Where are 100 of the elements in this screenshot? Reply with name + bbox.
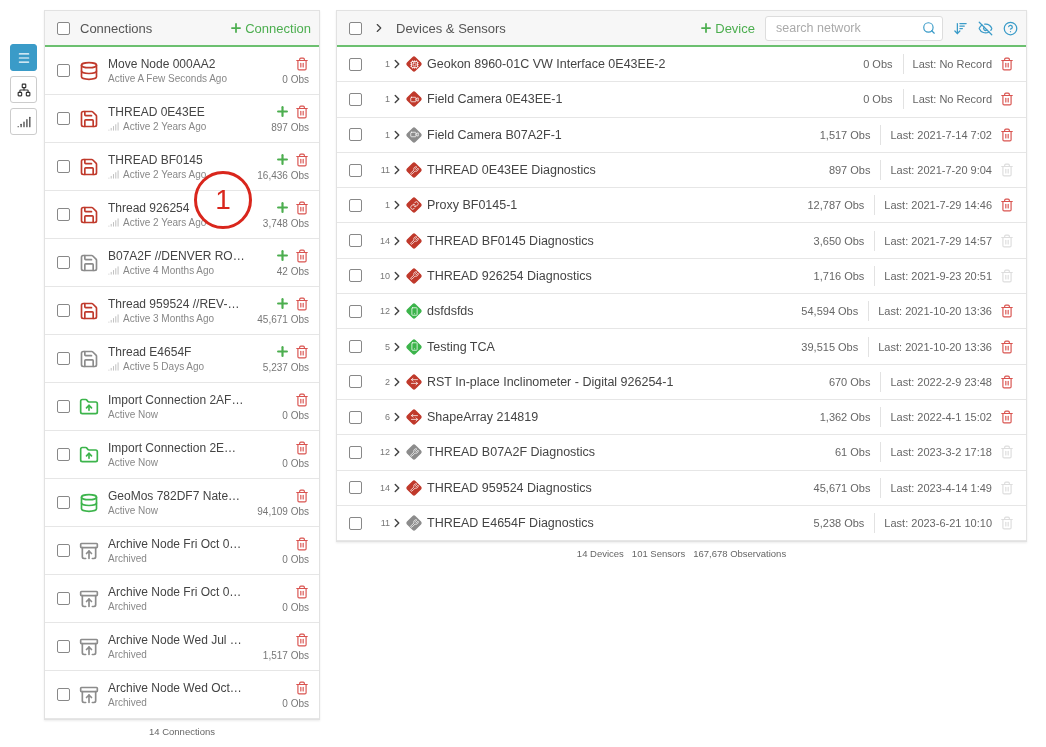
connection-name[interactable]: GeoMos 782DF7 Nate… (108, 489, 241, 503)
add-icon[interactable] (275, 152, 290, 167)
row-checkbox[interactable] (57, 640, 70, 653)
row-checkbox[interactable] (349, 92, 362, 106)
device-name[interactable]: THREAD 959524 Diagnostics (427, 480, 814, 495)
delete-icon[interactable] (295, 632, 309, 647)
device-name[interactable]: Field Camera 0E43EE-1 (427, 92, 864, 107)
row-checkbox[interactable] (57, 496, 70, 509)
delete-icon[interactable] (295, 200, 309, 215)
device-name[interactable]: THREAD 926254 Diagnostics (427, 268, 814, 283)
connection-name[interactable]: THREAD 0E43EE (108, 105, 205, 119)
delete-icon[interactable] (1000, 374, 1014, 389)
row-checkbox[interactable] (57, 304, 70, 317)
device-name[interactable]: Proxy BF0145-1 (427, 198, 808, 213)
device-name[interactable]: THREAD 0E43EE Diagnostics (427, 163, 829, 178)
row-checkbox[interactable] (349, 163, 362, 177)
connection-name[interactable]: B07A2F //DENVER RO… (108, 249, 245, 263)
delete-icon[interactable] (295, 344, 309, 359)
delete-icon[interactable] (295, 296, 309, 311)
delete-icon[interactable] (295, 584, 309, 599)
delete-icon[interactable] (295, 680, 309, 695)
sensor-count: 1 (384, 59, 390, 70)
delete-icon[interactable] (295, 104, 309, 119)
row-checkbox[interactable] (349, 128, 362, 142)
delete-icon[interactable] (295, 392, 309, 407)
delete-icon[interactable] (1000, 339, 1014, 354)
search-field[interactable]: search network (765, 15, 943, 41)
delete-icon[interactable] (295, 152, 309, 167)
row-checkbox[interactable] (57, 64, 70, 77)
delete-icon[interactable] (1000, 198, 1014, 213)
device-name[interactable]: Field Camera B07A2F-1 (427, 127, 820, 142)
row-checkbox[interactable] (349, 340, 362, 353)
row-checkbox[interactable] (349, 481, 362, 495)
connection-name[interactable]: Thread 926254 (108, 201, 190, 215)
device-name[interactable]: ShapeArray 214819 (427, 410, 820, 425)
add-icon[interactable] (275, 200, 290, 215)
row-checkbox[interactable] (57, 400, 70, 413)
device-name[interactable]: Testing TCA (427, 339, 802, 354)
row-checkbox[interactable] (349, 516, 362, 530)
row-checkbox[interactable] (349, 269, 362, 283)
device-name[interactable]: THREAD B07A2F Diagnostics (427, 445, 835, 460)
delete-icon[interactable] (1000, 57, 1014, 72)
device-name[interactable]: dsfdsfds (427, 304, 802, 319)
select-all-checkbox[interactable] (349, 21, 362, 35)
device-name[interactable]: RST In-place Inclinometer - Digital 926254-1 (427, 374, 829, 389)
connection-name[interactable]: Thread E4654F (108, 345, 192, 359)
help-icon[interactable] (1003, 20, 1018, 36)
delete-icon[interactable] (1000, 410, 1014, 425)
delete-icon[interactable] (295, 536, 309, 551)
summary-count: 167,678 Observations (693, 548, 787, 560)
delete-icon[interactable] (295, 488, 309, 503)
delete-icon[interactable] (295, 248, 309, 263)
delete-icon[interactable] (1000, 127, 1014, 142)
list-view-button[interactable] (10, 44, 37, 71)
connection-name[interactable]: Archive Node Fri Oct 0… (108, 537, 242, 551)
connection-name[interactable]: Thread 959524 //REV-… (108, 297, 240, 311)
obs-count: 1,517 Obs (819, 128, 872, 141)
connection-name[interactable]: THREAD BF0145 (108, 153, 203, 167)
tree-view-button[interactable] (10, 76, 37, 103)
row-checkbox[interactable] (349, 445, 362, 459)
delete-icon[interactable] (295, 56, 309, 71)
select-all-checkbox[interactable] (57, 21, 70, 35)
row-checkbox[interactable] (349, 304, 362, 318)
add-icon[interactable] (275, 104, 290, 119)
sensor-count: 12 (379, 447, 390, 458)
add-icon[interactable] (275, 296, 290, 311)
connection-name[interactable]: Import Connection 2AF… (108, 393, 244, 407)
row-checkbox[interactable] (349, 234, 362, 248)
add-icon[interactable] (275, 248, 290, 263)
device-type-icon (406, 444, 422, 461)
connection-name[interactable]: Move Node 000AA2 (108, 57, 216, 71)
row-checkbox[interactable] (349, 410, 362, 424)
connection-name[interactable]: Archive Node Wed Oct… (108, 681, 242, 695)
row-checkbox[interactable] (57, 544, 70, 557)
connection-name[interactable]: Archive Node Fri Oct 0… (108, 585, 242, 599)
connection-name[interactable]: Import Connection 2E… (108, 441, 237, 455)
row-checkbox[interactable] (57, 112, 70, 125)
sort-icon[interactable] (953, 20, 968, 36)
search-icon[interactable] (922, 21, 936, 35)
delete-icon[interactable] (1000, 304, 1014, 319)
row-checkbox[interactable] (349, 198, 362, 212)
row-checkbox[interactable] (349, 375, 362, 389)
row-checkbox[interactable] (349, 57, 362, 71)
signal-view-button[interactable] (10, 108, 37, 135)
signal-bars-icon (16, 114, 31, 129)
row-checkbox[interactable] (57, 352, 70, 365)
row-checkbox[interactable] (57, 208, 70, 221)
device-name[interactable]: Geokon 8960-01C VW Interface 0E43EE-2 (427, 57, 864, 72)
row-checkbox[interactable] (57, 592, 70, 605)
add-icon[interactable] (275, 344, 290, 359)
row-checkbox[interactable] (57, 448, 70, 461)
delete-icon[interactable] (1000, 92, 1014, 107)
delete-icon[interactable] (295, 440, 309, 455)
device-name[interactable]: THREAD E4654F Diagnostics (427, 516, 814, 530)
connection-name[interactable]: Archive Node Wed Jul … (108, 633, 242, 647)
row-checkbox[interactable] (57, 688, 70, 701)
row-checkbox[interactable] (57, 256, 70, 269)
hidden-eye-icon[interactable] (978, 20, 993, 36)
row-checkbox[interactable] (57, 160, 70, 173)
device-name[interactable]: THREAD BF0145 Diagnostics (427, 233, 814, 248)
